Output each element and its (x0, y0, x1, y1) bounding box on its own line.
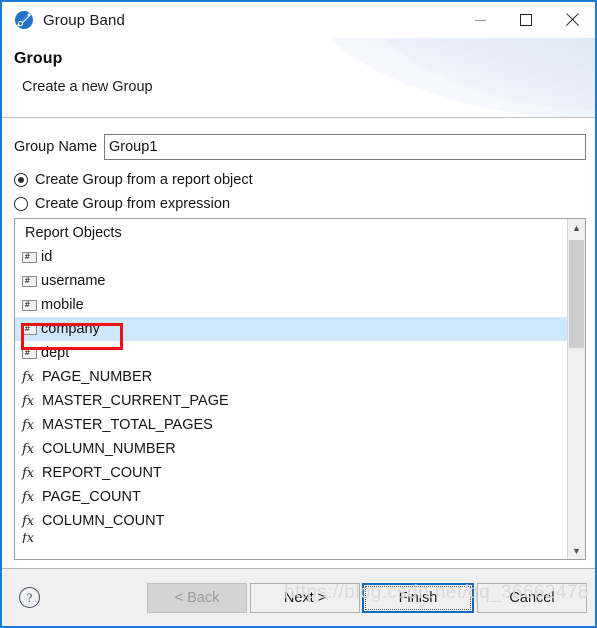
radio-create-from-report-object[interactable]: Create Group from a report object (14, 169, 253, 191)
scrollbar-track[interactable] (568, 236, 585, 542)
list-header-label: Report Objects (25, 225, 122, 241)
function-icon: fx (22, 513, 35, 529)
list-item-label: id (41, 249, 53, 265)
list-scroll-area[interactable]: Report Objects # id # username # mobile … (15, 219, 567, 559)
list-item[interactable]: fx COLUMN_NUMBER (15, 437, 567, 461)
group-band-dialog: Group Band Group Create a new Group Grou… (0, 0, 597, 628)
group-name-label: Group Name (14, 139, 98, 155)
group-name-row: Group Name (14, 134, 586, 160)
back-button[interactable]: < Back (147, 583, 247, 613)
finish-button-label: Finish (398, 590, 438, 606)
list-item[interactable]: fx COLUMN_COUNT (15, 509, 567, 533)
list-item-label: REPORT_COUNT (42, 465, 162, 481)
list-item-label: PAGE_NUMBER (42, 369, 153, 385)
list-item[interactable]: fx PAGE_NUMBER (15, 365, 567, 389)
title-bar: Group Band (2, 2, 595, 38)
list-item-partially-visible[interactable]: fx (15, 533, 567, 543)
dialog-footer: ? < Back Next > Finish Cancel https://bl… (2, 568, 595, 626)
list-item[interactable]: # username (15, 269, 567, 293)
cancel-button[interactable]: Cancel (477, 583, 587, 613)
list-item-label: MASTER_TOTAL_PAGES (42, 417, 213, 433)
scroll-up-button[interactable]: ▲ (568, 219, 585, 236)
scroll-down-button[interactable]: ▼ (568, 542, 585, 559)
page-title: Group (14, 50, 63, 67)
window-title: Group Band (43, 11, 125, 29)
list-item[interactable]: fx MASTER_TOTAL_PAGES (15, 413, 567, 437)
maximize-button[interactable] (503, 2, 549, 38)
list-item-label: COLUMN_NUMBER (42, 441, 176, 457)
field-icon: # (22, 251, 37, 263)
field-icon: # (22, 347, 37, 359)
wizard-header: Group Create a new Group (2, 38, 595, 118)
list-item-label: PAGE_COUNT (42, 489, 141, 505)
list-item-company-selected[interactable]: # company (15, 317, 567, 341)
list-vertical-scrollbar[interactable]: ▲ ▼ (567, 219, 585, 559)
function-icon: fx (22, 369, 35, 385)
list-item[interactable]: fx PAGE_COUNT (15, 485, 567, 509)
report-objects-listbox[interactable]: Report Objects # id # username # mobile … (14, 218, 586, 560)
group-band-icon (14, 10, 34, 30)
radio-label-report-object: Create Group from a report object (35, 172, 253, 188)
close-icon (565, 13, 579, 27)
close-button[interactable] (549, 2, 595, 38)
dialog-body: Group Name Create Group from a report ob… (2, 118, 595, 569)
radio-label-expression: Create Group from expression (35, 196, 231, 212)
list-item-label: username (41, 273, 106, 289)
function-icon: fx (22, 465, 35, 481)
radio-button-unselected-icon (14, 197, 28, 211)
minimize-icon (474, 19, 486, 21)
list-item[interactable]: # mobile (15, 293, 567, 317)
field-icon: # (22, 299, 37, 311)
next-button[interactable]: Next > (250, 583, 360, 613)
caption-button-group (457, 2, 595, 38)
list-item-label: company (41, 321, 100, 337)
radio-button-selected-icon (14, 173, 28, 187)
scrollbar-thumb[interactable] (569, 240, 584, 348)
function-icon: fx (22, 533, 35, 543)
function-icon: fx (22, 441, 35, 457)
function-icon: fx (22, 417, 35, 433)
function-icon: fx (22, 489, 35, 505)
list-item[interactable]: # id (15, 245, 567, 269)
list-item[interactable]: fx MASTER_CURRENT_PAGE (15, 389, 567, 413)
help-icon[interactable]: ? (19, 587, 40, 608)
finish-button[interactable]: Finish (362, 583, 474, 613)
list-item-label: dept (41, 345, 70, 361)
group-name-input[interactable] (104, 134, 586, 160)
list-item[interactable]: # dept (15, 341, 567, 365)
list-item-label: MASTER_CURRENT_PAGE (42, 393, 229, 409)
page-subtitle: Create a new Group (22, 79, 153, 95)
maximize-icon (520, 14, 532, 26)
radio-create-from-expression[interactable]: Create Group from expression (14, 193, 230, 215)
list-item-label: mobile (41, 297, 84, 313)
list-item[interactable]: fx REPORT_COUNT (15, 461, 567, 485)
minimize-button[interactable] (457, 2, 503, 38)
field-icon: # (22, 323, 37, 335)
function-icon: fx (22, 393, 35, 409)
field-icon: # (22, 275, 37, 287)
list-item-report-objects-header[interactable]: Report Objects (15, 221, 567, 245)
list-item-label: COLUMN_COUNT (42, 513, 165, 529)
